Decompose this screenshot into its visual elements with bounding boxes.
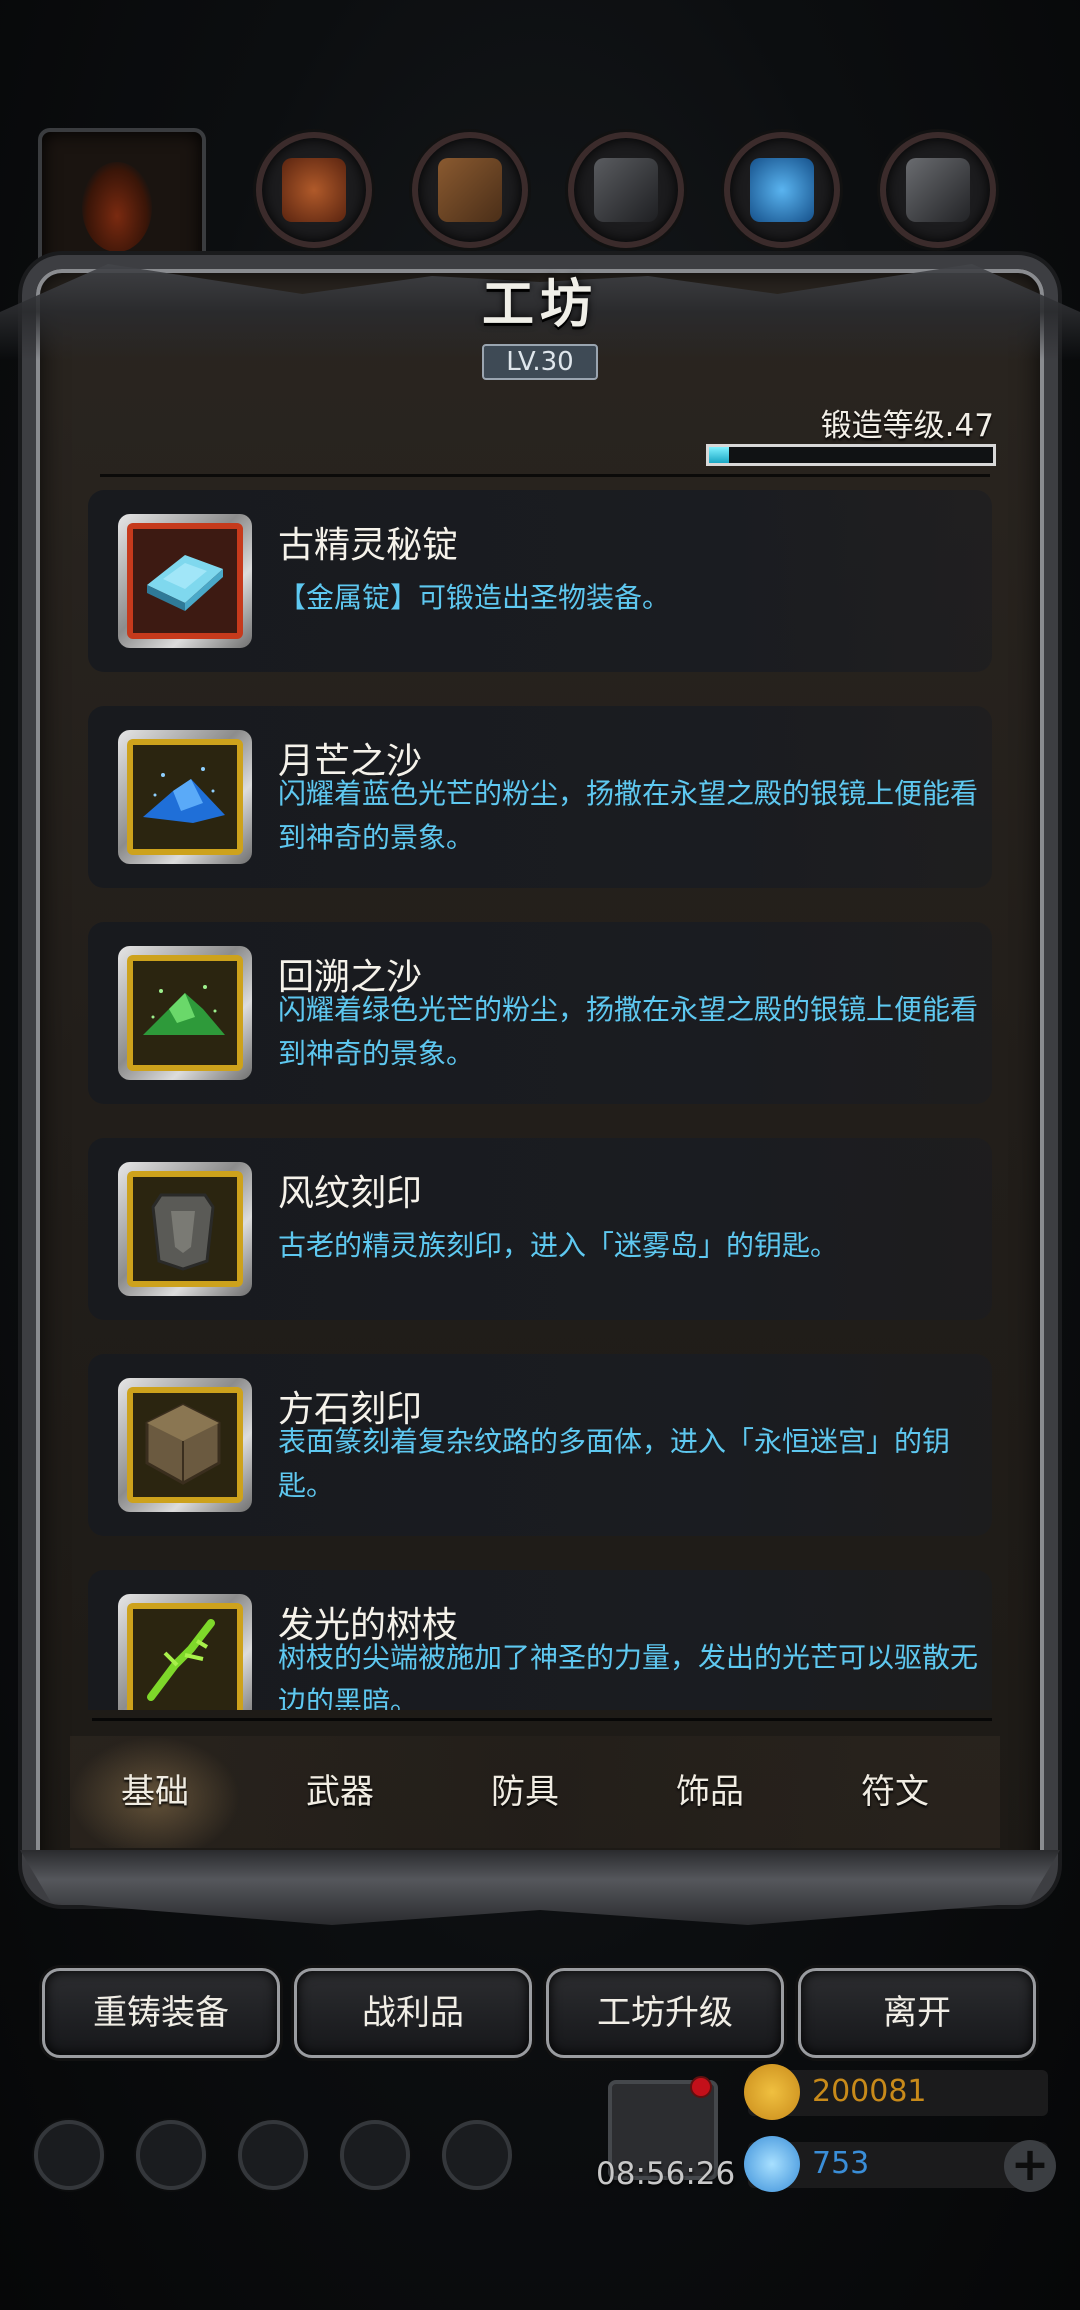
item-description: 闪耀着绿色光芒的粉尘，扬撒在永望之殿的银镜上便能看到神奇的景象。: [278, 993, 979, 1070]
tab-weapons[interactable]: 武器: [255, 1736, 425, 1848]
item-slot: [118, 946, 252, 1080]
tab-accessories[interactable]: 饰品: [625, 1736, 795, 1848]
item-name: 风纹刻印: [278, 1173, 423, 1214]
item-description: 闪耀着蓝色光芒的粉尘，扬撒在永望之殿的银镜上便能看到神奇的景象。: [278, 777, 979, 854]
item-slot: [118, 730, 252, 864]
item-name: 古精灵秘锭: [278, 525, 459, 566]
list-item[interactable]: 回溯之沙 闪耀着绿色光芒的粉尘，扬撒在永望之殿的银镜上便能看到神奇的景象。: [88, 922, 992, 1104]
forge-progress-fill: [709, 447, 729, 463]
list-item[interactable]: 风纹刻印 古老的精灵族刻印，进入「迷雾岛」的钥匙。: [88, 1138, 992, 1320]
item-list[interactable]: 古精灵秘锭 【金属锭】可锻造出圣物装备。 月芒之沙 闪耀着蓝色光芒的粉尘，扬撒在…: [88, 490, 992, 1710]
gem-amount: 753: [812, 2146, 870, 2181]
forge-progress-bar: [706, 444, 996, 466]
workshop-level-badge: LV.30: [482, 344, 598, 380]
item-description: 表面篆刻着复杂纹路的多面体，进入「永恒迷宫」的钥匙。: [278, 1425, 951, 1502]
tab-basic[interactable]: 基础: [70, 1736, 240, 1848]
category-tabs: 基础 武器 防具 饰品 符文: [70, 1736, 1000, 1848]
list-item[interactable]: 发光的树枝 树枝的尖端被施加了神圣的力量，发出的光芒可以驱散无边的黑暗。: [88, 1570, 992, 1710]
gold-amount: 200081: [812, 2074, 927, 2109]
iron-bar-icon: [594, 158, 658, 222]
list-item[interactable]: 方石刻印 表面篆刻着复杂纹路的多面体，进入「永恒迷宫」的钥匙。: [88, 1354, 992, 1536]
crystal-material-button[interactable]: [724, 132, 840, 248]
blue-sand-icon: [143, 767, 225, 823]
social-icon[interactable]: [442, 2120, 512, 2190]
gold-coin-icon: [744, 2064, 800, 2120]
item-slot: [118, 1594, 252, 1710]
item-slot: [118, 1162, 252, 1296]
gem-icon: [744, 2136, 800, 2192]
notification-dot: [690, 2076, 712, 2098]
glowing-branch-icon: [147, 1619, 215, 1701]
wood-material-button[interactable]: [412, 132, 528, 248]
mail-icon[interactable]: [340, 2120, 410, 2190]
ingot-icon: [147, 555, 223, 611]
item-description: 【金属锭】可锻造出圣物装备。: [278, 581, 671, 614]
leather-icon: [282, 158, 346, 222]
tab-armor[interactable]: 防具: [440, 1736, 610, 1848]
workshop-upgrade-button[interactable]: 工坊升级: [546, 1968, 784, 2058]
forge-level-label: 锻造等级.47: [820, 408, 994, 444]
tab-runes[interactable]: 符文: [810, 1736, 980, 1848]
add-currency-button[interactable]: +: [1004, 2140, 1056, 2192]
seal-icon: [151, 1193, 215, 1271]
panel-title: 工坊: [481, 275, 598, 335]
steel-bar-icon: [906, 158, 970, 222]
chest-timer: 08:56:26: [596, 2156, 736, 2192]
leave-button[interactable]: 离开: [798, 1968, 1036, 2058]
achievement-icon[interactable]: [136, 2120, 206, 2190]
stone-cube-icon: [145, 1403, 221, 1485]
item-description: 古老的精灵族刻印，进入「迷雾岛」的钥匙。: [278, 1229, 839, 1262]
item-description: 树枝的尖端被施加了神圣的力量，发出的光芒可以驱散无边的黑暗。: [278, 1641, 979, 1710]
item-slot: [118, 514, 252, 648]
steel-material-button[interactable]: [880, 132, 996, 248]
divider: [100, 474, 990, 477]
crystal-icon: [750, 158, 814, 222]
wood-plank-icon: [438, 158, 502, 222]
map-icon[interactable]: [238, 2120, 308, 2190]
leather-material-button[interactable]: [256, 132, 372, 248]
divider: [92, 1718, 992, 1721]
list-item[interactable]: 古精灵秘锭 【金属锭】可锻造出圣物装备。: [88, 490, 992, 672]
list-item[interactable]: 月芒之沙 闪耀着蓝色光芒的粉尘，扬撒在永望之殿的银镜上便能看到神奇的景象。: [88, 706, 992, 888]
green-sand-icon: [143, 985, 225, 1035]
settings-icon[interactable]: [34, 2120, 104, 2190]
loot-button[interactable]: 战利品: [294, 1968, 532, 2058]
item-slot: [118, 1378, 252, 1512]
reforge-equipment-button[interactable]: 重铸装备: [42, 1968, 280, 2058]
flame-icon: [82, 162, 152, 252]
iron-material-button[interactable]: [568, 132, 684, 248]
